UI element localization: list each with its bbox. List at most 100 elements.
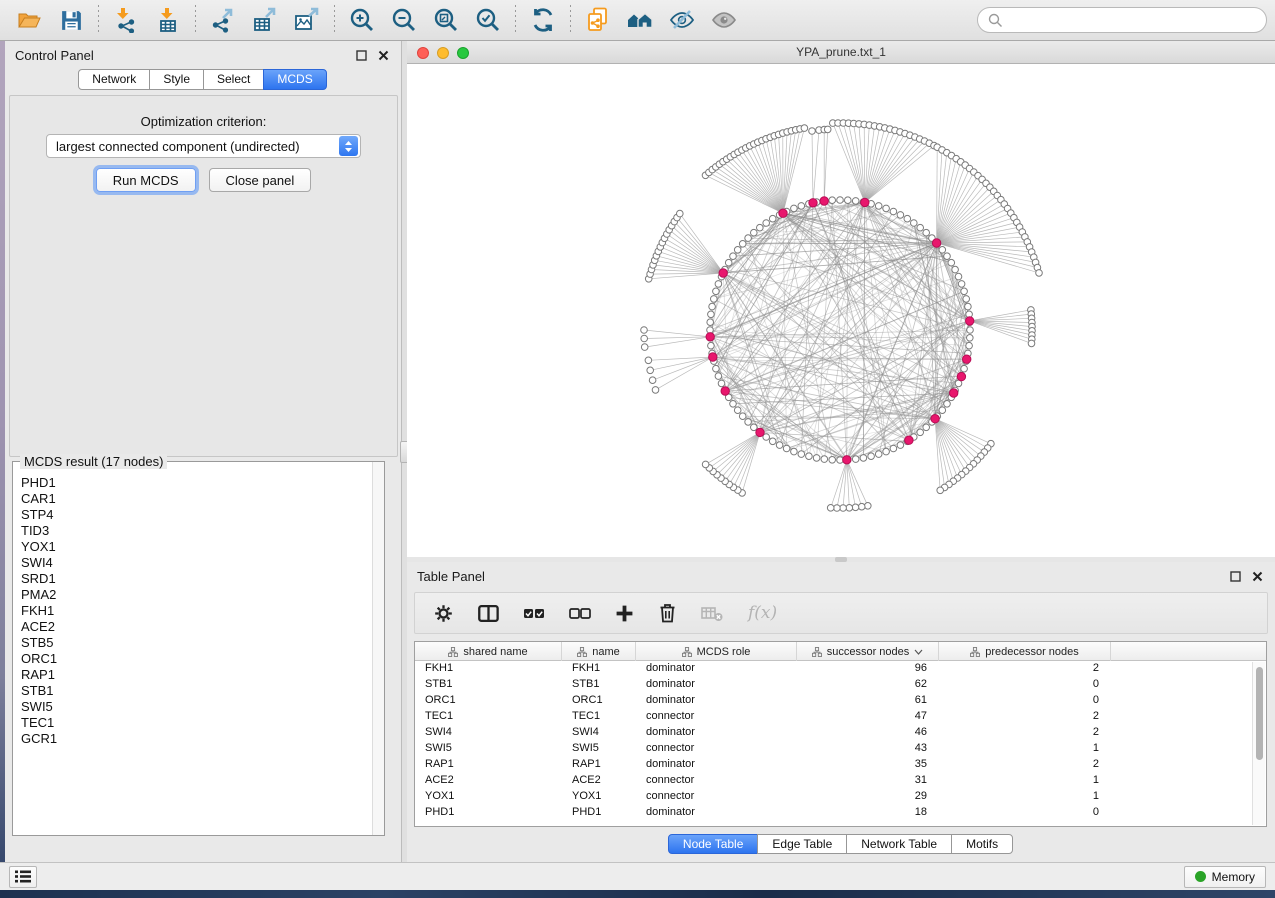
add-column-button[interactable] (615, 604, 634, 623)
dropdown-stepper-icon (339, 136, 358, 156)
export-image-button[interactable] (289, 3, 325, 37)
delete-table-button[interactable] (701, 605, 724, 622)
import-table-button[interactable] (150, 3, 186, 37)
table-tab-network-table[interactable]: Network Table (846, 834, 952, 854)
zoom-in-button[interactable] (344, 3, 380, 37)
save-session-button[interactable] (53, 3, 89, 37)
close-window-button[interactable] (417, 47, 429, 59)
main-toolbar (0, 0, 1275, 41)
column-header-successor-nodes[interactable]: successor nodes (797, 642, 939, 661)
task-history-button[interactable] (9, 866, 37, 888)
table-row[interactable]: STB1STB1dominator620 (415, 677, 1266, 693)
close-mcds-panel-button[interactable]: Close panel (209, 168, 312, 192)
close-panel-button[interactable] (375, 47, 391, 63)
optimization-criterion-select[interactable]: largest connected component (undirected) (46, 134, 361, 158)
mcds-result-item[interactable]: SRD1 (21, 571, 371, 587)
export-table-button[interactable] (247, 3, 283, 37)
column-header-mcds-role[interactable]: MCDS role (636, 642, 797, 661)
run-mcds-button[interactable]: Run MCDS (96, 168, 196, 192)
hide-selected-button[interactable] (664, 3, 700, 37)
first-neighbors-button[interactable] (622, 3, 658, 37)
mcds-result-item[interactable]: TID3 (21, 523, 371, 539)
control-panel-title: Control Panel (15, 48, 94, 63)
table-row[interactable]: ORC1ORC1dominator610 (415, 693, 1266, 709)
table-row[interactable]: FKH1FKH1dominator962 (415, 661, 1266, 677)
float-panel-button[interactable] (353, 47, 369, 63)
split-table-view-button[interactable] (478, 604, 499, 623)
mcds-result-item[interactable]: STB1 (21, 683, 371, 699)
mcds-result-item[interactable]: SWI4 (21, 555, 371, 571)
column-header-name[interactable]: name (562, 642, 636, 661)
table-tab-edge-table[interactable]: Edge Table (757, 834, 847, 854)
table-row[interactable]: TEC1TEC1connector472 (415, 709, 1266, 725)
close-table-panel-button[interactable] (1249, 568, 1265, 584)
mcds-result-item[interactable]: STB5 (21, 635, 371, 651)
table-row[interactable]: PHD1PHD1dominator180 (415, 805, 1266, 821)
network-window-titlebar[interactable]: YPA_prune.txt_1 (407, 41, 1275, 64)
mcds-result-item[interactable]: ORC1 (21, 651, 371, 667)
mcds-result-item[interactable]: ACE2 (21, 619, 371, 635)
mcds-result-scrollbar[interactable] (372, 462, 384, 835)
tab-mcds[interactable]: MCDS (263, 69, 326, 90)
memory-button[interactable]: Memory (1184, 866, 1266, 888)
mcds-result-item[interactable]: SWI5 (21, 699, 371, 715)
table-row[interactable]: SWI4SWI4dominator462 (415, 725, 1266, 741)
mcds-result-item[interactable]: CAR1 (21, 491, 371, 507)
mcds-result-item[interactable]: FKH1 (21, 603, 371, 619)
network-graph[interactable] (407, 64, 1275, 557)
tab-network[interactable]: Network (78, 69, 150, 90)
table-row[interactable]: ACE2ACE2connector311 (415, 773, 1266, 789)
zoom-out-icon (391, 7, 417, 33)
float-table-panel-button[interactable] (1227, 568, 1243, 584)
delete-column-button[interactable] (658, 603, 677, 623)
apply-layout-button[interactable] (525, 3, 561, 37)
import-network-button[interactable] (108, 3, 144, 37)
select-all-rows-button[interactable] (523, 605, 545, 621)
table-tab-motifs[interactable]: Motifs (951, 834, 1013, 854)
table-tab-node-table[interactable]: Node Table (668, 834, 759, 854)
zoom-out-button[interactable] (386, 3, 422, 37)
mcds-result-item[interactable]: GCR1 (21, 731, 371, 747)
table-scrollbar-thumb[interactable] (1256, 667, 1263, 760)
import-network-icon (113, 7, 139, 33)
minimize-window-button[interactable] (437, 47, 449, 59)
maximize-window-button[interactable] (457, 47, 469, 59)
table-settings-button[interactable] (433, 603, 454, 624)
zoom-fit-button[interactable] (428, 3, 464, 37)
optimization-criterion-value: largest connected component (undirected) (56, 139, 300, 154)
network-view-window: YPA_prune.txt_1 (407, 41, 1275, 557)
open-session-button[interactable] (11, 3, 47, 37)
column-header-predecessor-nodes[interactable]: predecessor nodes (939, 642, 1111, 661)
search-input[interactable] (1009, 13, 1256, 27)
column-type-icon (577, 647, 587, 657)
table-scrollbar[interactable] (1252, 662, 1265, 825)
mcds-result-item[interactable]: STP4 (21, 507, 371, 523)
toolbar-separator (98, 5, 99, 35)
application-window: Control Panel NetworkStyleSelectMCDS Opt… (0, 0, 1275, 898)
mcds-result-item[interactable]: TEC1 (21, 715, 371, 731)
table-row[interactable]: SWI5SWI5connector431 (415, 741, 1266, 757)
mcds-result-item[interactable]: RAP1 (21, 667, 371, 683)
table-row[interactable]: RAP1RAP1dominator352 (415, 757, 1266, 773)
zoom-selected-icon (475, 7, 501, 33)
cell-predecessor-nodes: 1 (939, 789, 1111, 805)
mcds-result-item[interactable]: PHD1 (21, 475, 371, 491)
mcds-result-list: PHD1CAR1STP4TID3YOX1SWI4SRD1PMA2FKH1ACE2… (14, 472, 371, 834)
mcds-result-item[interactable]: YOX1 (21, 539, 371, 555)
network-canvas[interactable] (407, 64, 1275, 557)
mcds-result-item[interactable]: PMA2 (21, 587, 371, 603)
show-all-button[interactable] (706, 3, 742, 37)
trash-icon (658, 603, 677, 623)
column-type-icon (812, 647, 822, 657)
cell-successor-nodes: 29 (797, 789, 939, 805)
deselect-all-rows-button[interactable] (569, 605, 591, 621)
tab-style[interactable]: Style (149, 69, 204, 90)
export-network-button[interactable] (205, 3, 241, 37)
table-row[interactable]: YOX1YOX1connector291 (415, 789, 1266, 805)
tab-select[interactable]: Select (203, 69, 264, 90)
clone-network-button[interactable] (580, 3, 616, 37)
function-builder-button[interactable]: f(x) (748, 603, 777, 623)
column-header-shared-name[interactable]: shared name (415, 642, 562, 661)
zoom-selected-button[interactable] (470, 3, 506, 37)
delete-table-icon (701, 605, 724, 622)
